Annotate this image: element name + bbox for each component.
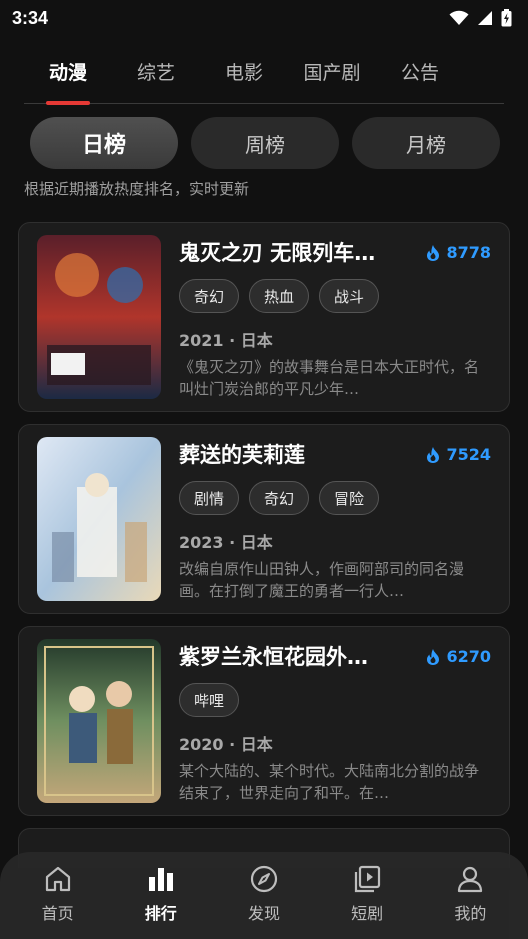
- home-icon: [45, 866, 70, 891]
- compass-icon: [250, 865, 278, 892]
- flame-icon: [427, 446, 440, 463]
- tag-list: 剧情 奇幻 冒险: [179, 481, 380, 515]
- tag-list: 哔哩: [179, 683, 240, 717]
- bottom-navigation: 首页 排行 发现 短剧 我的: [0, 852, 528, 939]
- ranking-card[interactable]: 葬送的芙莉莲 7524 剧情 奇幻 冒险 2023 · 日本 改编自原作山田钟人…: [18, 424, 510, 614]
- nav-profile[interactable]: 我的: [425, 864, 515, 924]
- period-selector: 日榜 周榜 月榜: [30, 117, 500, 169]
- year-region: 2021 · 日本: [179, 331, 273, 350]
- daily-ranking-button[interactable]: 日榜: [30, 117, 178, 169]
- poster-image: [37, 235, 161, 399]
- heat-value: 7524: [446, 445, 491, 464]
- signal-icon: [478, 11, 492, 25]
- nav-label: 我的: [454, 903, 487, 923]
- heat-value: 8778: [446, 243, 491, 262]
- tab-domestic-drama[interactable]: 国产剧: [288, 52, 376, 104]
- tab-variety[interactable]: 综艺: [112, 52, 200, 104]
- genre-tag[interactable]: 奇幻: [249, 481, 310, 515]
- genre-tag[interactable]: 战斗: [319, 279, 380, 313]
- short-video-icon: [355, 865, 381, 892]
- nav-discover[interactable]: 发现: [219, 864, 309, 924]
- year-region: 2020 · 日本: [179, 735, 273, 754]
- genre-tag[interactable]: 热血: [249, 279, 310, 313]
- description: 改编自原作山田钟人，作画阿部司的同名漫画。在打倒了魔王的勇者一行人…: [179, 560, 465, 600]
- nav-short-drama[interactable]: 短剧: [322, 864, 412, 924]
- heat-score: 7524: [425, 445, 491, 464]
- card-title: 鬼灭之刃 无限列车…: [179, 241, 376, 265]
- ranking-hint: 根据近期播放热度排名，实时更新: [24, 180, 250, 198]
- tab-anime[interactable]: 动漫: [24, 52, 112, 105]
- nav-label: 发现: [247, 903, 280, 923]
- description: 《鬼灭之刃》的故事舞台是日本大正时代，名叫灶门炭治郎的平凡少年…: [179, 358, 480, 398]
- category-tabs: 动漫 综艺 电影 国产剧 公告: [24, 52, 504, 105]
- battery-icon: [501, 9, 512, 27]
- card-title: 紫罗兰永恒花园外…: [179, 645, 368, 669]
- weekly-ranking-button[interactable]: 周榜: [191, 117, 339, 169]
- tag-list: 奇幻 热血 战斗: [179, 279, 380, 313]
- nav-ranking[interactable]: 排行: [116, 864, 206, 924]
- monthly-ranking-button[interactable]: 月榜: [352, 117, 500, 169]
- genre-tag[interactable]: 剧情: [179, 481, 240, 515]
- heat-score: 6270: [425, 647, 491, 666]
- tab-announcement[interactable]: 公告: [376, 52, 464, 104]
- ranking-card[interactable]: 紫罗兰永恒花园外… 6270 哔哩 2020 · 日本 某个大陆的、某个时代。大…: [18, 626, 510, 816]
- flame-icon: [427, 648, 440, 665]
- status-time: 3:34: [12, 7, 49, 28]
- genre-tag[interactable]: 哔哩: [179, 683, 240, 717]
- genre-tag[interactable]: 奇幻: [179, 279, 240, 313]
- ranking-card[interactable]: 鬼灭之刃 无限列车… 8778 奇幻 热血 战斗 2021 · 日本 《鬼灭之刃…: [18, 222, 510, 412]
- year-region: 2023 · 日本: [179, 533, 273, 552]
- status-bar: 3:34: [0, 0, 528, 36]
- ranking-icon: [148, 867, 173, 891]
- nav-label: 短剧: [351, 903, 384, 923]
- flame-icon: [427, 244, 440, 261]
- heat-value: 6270: [446, 647, 491, 666]
- tab-movie[interactable]: 电影: [200, 52, 288, 104]
- poster-image: [37, 437, 161, 601]
- card-title: 葬送的芙莉莲: [179, 443, 305, 467]
- status-icons: [449, 9, 512, 27]
- nav-home[interactable]: 首页: [13, 864, 103, 924]
- nav-label: 排行: [144, 903, 177, 923]
- description: 某个大陆的、某个时代。大陆南北分割的战争结束了，世界走向了和平。在…: [179, 762, 480, 802]
- poster-image: [37, 639, 161, 803]
- wifi-icon: [449, 10, 469, 25]
- profile-icon: [458, 866, 483, 892]
- nav-label: 首页: [41, 903, 74, 923]
- genre-tag[interactable]: 冒险: [319, 481, 380, 515]
- heat-score: 8778: [425, 243, 491, 262]
